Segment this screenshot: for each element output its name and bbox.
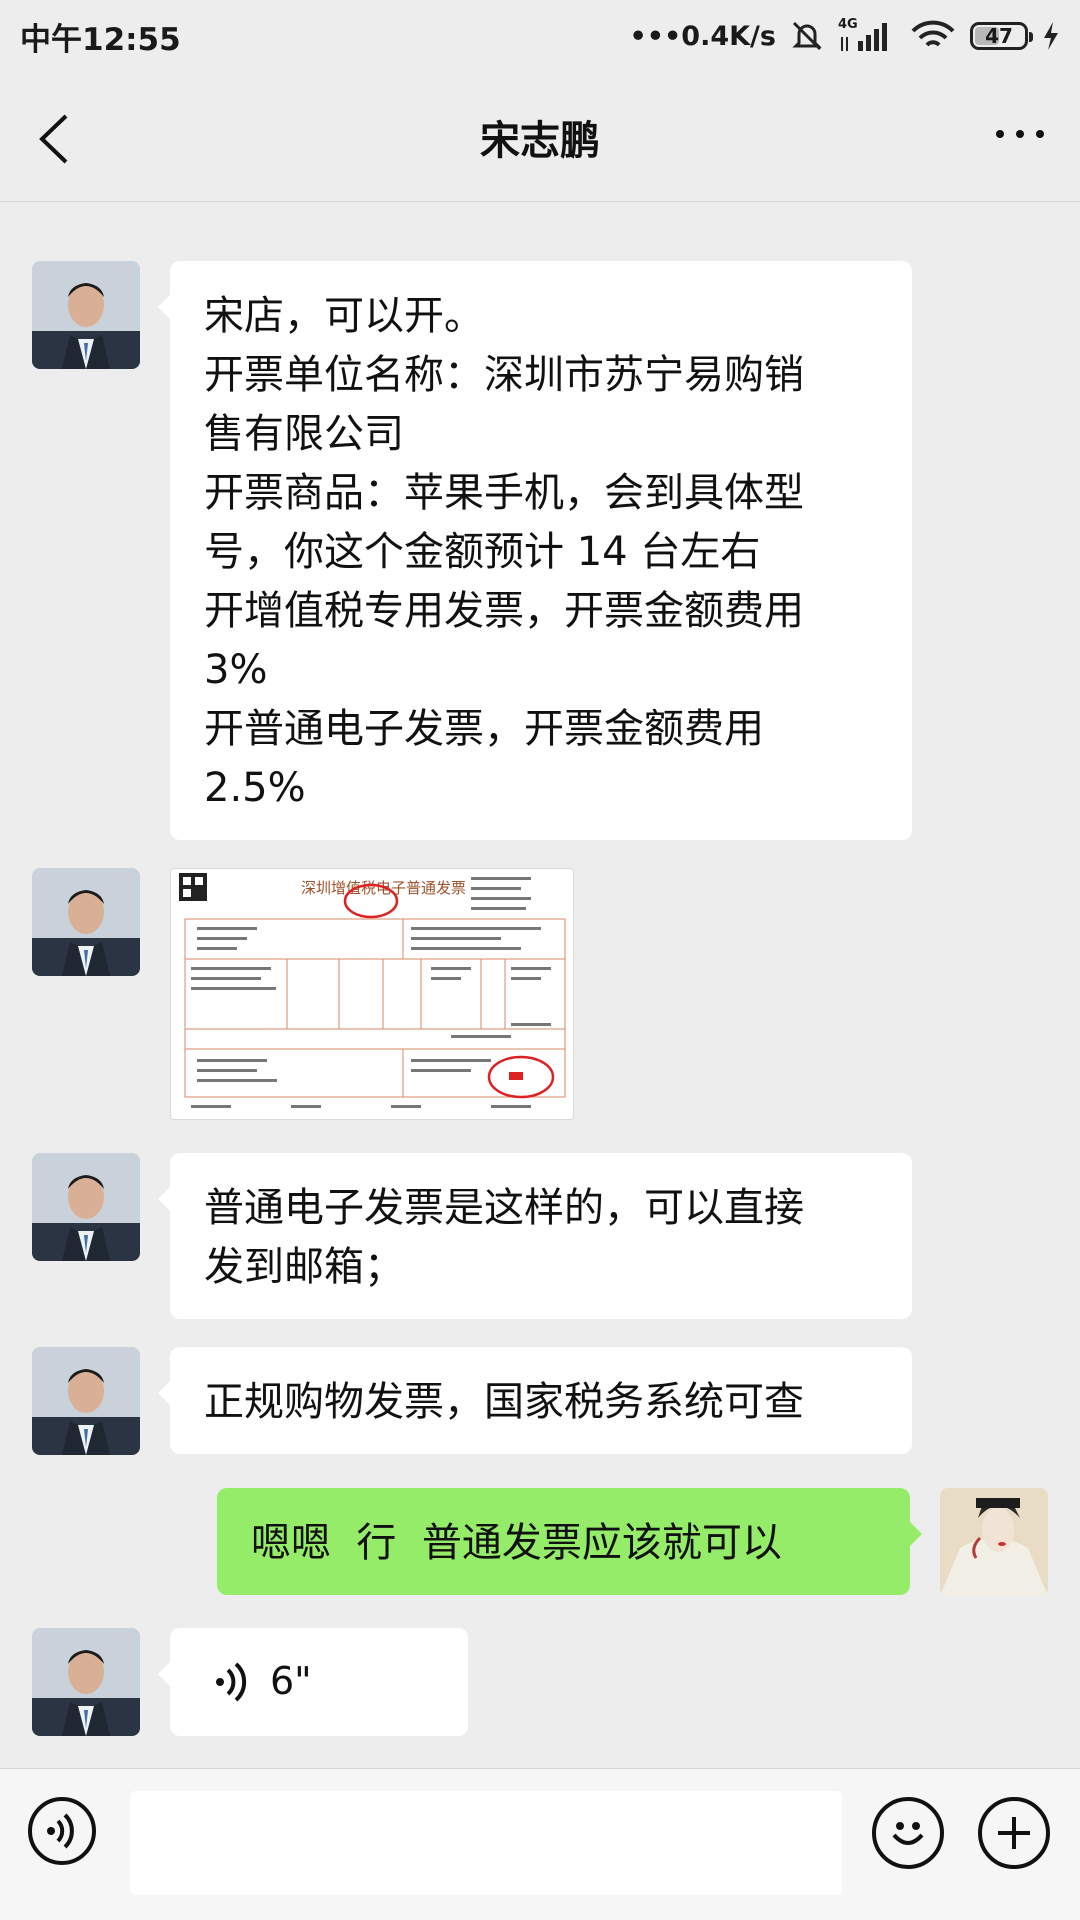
voice-duration: 6" [270, 1659, 312, 1703]
contact-avatar[interactable] [32, 868, 140, 976]
message-text: 开票商品：苹果手机，会到具体型 [204, 470, 804, 516]
message-text: 嗯嗯 行 普通发票应该就可以 [251, 1520, 782, 1566]
my-message-bubble[interactable]: 嗯嗯 行 普通发票应该就可以 [217, 1488, 922, 1595]
voice-icon [47, 1813, 74, 1849]
message-bubble[interactable]: 宋店，可以开。 开票单位名称：深圳市苏宁易购销 售有限公司 开票商品：苹果手机，… [158, 261, 912, 840]
clipped-timestamp [0, 200, 1080, 220]
invoice-image[interactable]: 深圳增值税电子普通发票 [170, 868, 574, 1120]
input-bar [0, 1768, 1080, 1920]
message-input[interactable] [130, 1791, 842, 1895]
plus-button[interactable] [978, 1797, 1050, 1869]
chat-header: 宋志鹏 [0, 72, 1080, 202]
contact-avatar[interactable] [32, 1153, 140, 1261]
message-text: 开增值税专用发票，开票金额费用 [204, 588, 804, 634]
message-text: 售有限公司 [204, 411, 404, 457]
chat-title: 宋志鹏 [480, 118, 600, 164]
message-text: 宋店，可以开。 [204, 293, 484, 339]
my-avatar[interactable] [940, 1488, 1048, 1596]
message-text: 发到邮箱； [204, 1244, 404, 1290]
message-text: 普通电子发票是这样的，可以直接 [204, 1185, 804, 1231]
contact-avatar[interactable] [32, 261, 140, 369]
charging-icon [1044, 22, 1058, 50]
message-text: 开普通电子发票，开票金额费用 [204, 706, 764, 752]
voice-message-bubble[interactable]: 6" [158, 1628, 468, 1736]
status-time: 中午12:55 [20, 21, 181, 58]
status-bar: 中午12:55 •••0.4K/s 4G 47 [0, 0, 1080, 72]
voice-wave-icon [216, 1662, 247, 1702]
plus-icon [998, 1817, 1030, 1849]
battery-level: 47 [985, 24, 1013, 48]
emoji-button[interactable] [872, 1797, 944, 1869]
emoji-icon [892, 1822, 924, 1845]
message-text: 3% [204, 647, 268, 693]
voice-input-button[interactable] [28, 1797, 96, 1865]
message-text: 2.5% [204, 765, 306, 811]
network-speed: •••0.4K/s [629, 20, 776, 52]
message-text: 开票单位名称：深圳市苏宁易购销 [204, 352, 804, 398]
mute-icon [792, 21, 822, 51]
contact-avatar[interactable] [32, 1347, 140, 1455]
more-icon[interactable] [996, 130, 1044, 138]
wifi-icon [911, 20, 955, 47]
message-text: 号，你这个金额预计 14 台左右 [204, 529, 761, 575]
battery-indicator: 47 [970, 22, 1033, 50]
message-text: 正规购物发票，国家税务系统可查 [204, 1379, 804, 1425]
status-icons: •••0.4K/s 4G 47 [629, 17, 1060, 53]
message-bubble[interactable]: 正规购物发票，国家税务系统可查 [158, 1347, 912, 1454]
contact-avatar[interactable] [32, 1628, 140, 1736]
message-bubble[interactable]: 普通电子发票是这样的，可以直接 发到邮箱； [158, 1153, 912, 1319]
signal-icon: 4G [838, 17, 896, 53]
network-type: 4G [838, 17, 858, 32]
